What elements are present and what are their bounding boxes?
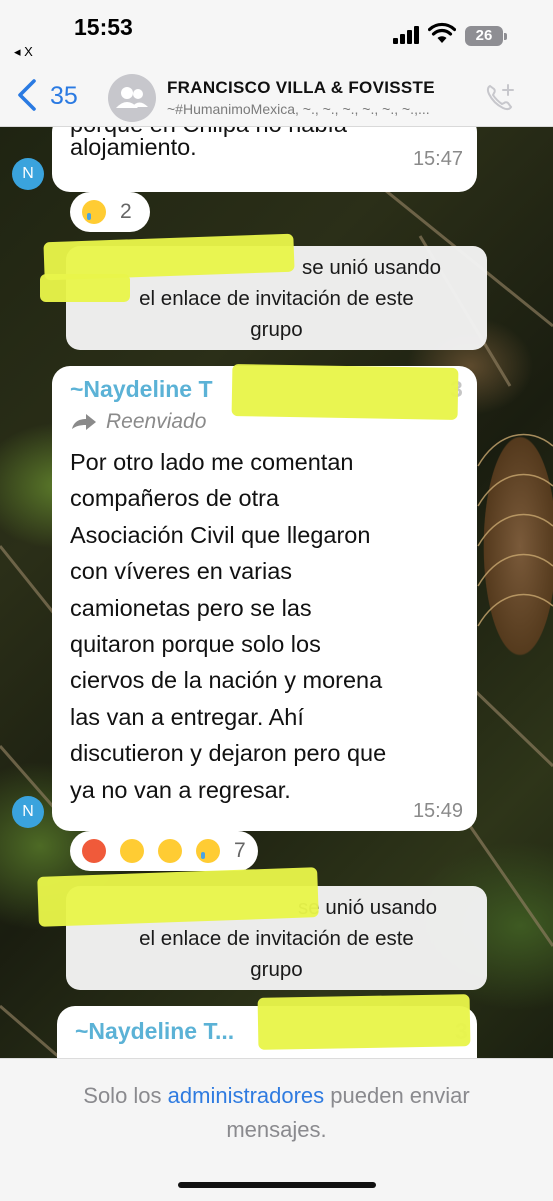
forwarded-label: Reenviado — [70, 410, 206, 434]
chat-area[interactable]: porque en Chilpa no había alojamiento. 1… — [0, 126, 553, 1058]
system-message-line: se unió usando — [302, 256, 442, 279]
system-message-line: se unió usando — [298, 896, 438, 919]
system-message-line: grupo — [250, 958, 303, 981]
top-bar: 15:53 ◂ X 26 35 FRANCISCO VILLA & FOVISS… — [0, 0, 553, 127]
redaction-highlight — [37, 867, 319, 927]
crying-emoji-icon — [82, 200, 106, 224]
redaction-highlight — [40, 274, 130, 302]
redaction-highlight — [257, 994, 471, 1050]
system-message-line: grupo — [250, 318, 303, 341]
raised-eyebrow-emoji-icon — [120, 839, 144, 863]
message-line: compañeros de otra — [70, 485, 280, 512]
sender-name[interactable]: ~Naydeline T — [70, 376, 213, 403]
crying-emoji-icon — [196, 839, 220, 863]
message-reactions[interactable]: 2 — [70, 192, 150, 232]
administrators-link[interactable]: administradores — [168, 1083, 325, 1108]
reaction-count: 7 — [234, 839, 246, 862]
message-reactions[interactable]: 7 — [70, 831, 258, 871]
sender-avatar[interactable]: N — [12, 158, 44, 190]
surprised-face-emoji-icon — [158, 839, 182, 863]
back-to-app-link[interactable]: ◂ X — [14, 44, 33, 60]
message-line: ya no van a regresar. — [70, 776, 291, 803]
message-line: camionetas pero se las — [70, 594, 312, 621]
message-line: ciervos de la nación y morena — [70, 667, 383, 694]
message-line: las van a entregar. Ahí — [70, 703, 304, 730]
group-people-icon — [116, 87, 148, 108]
message-text: alojamiento. — [70, 134, 197, 160]
redaction-highlight — [231, 364, 459, 420]
unread-count[interactable]: 35 — [50, 82, 78, 111]
battery-indicator: 26 — [465, 26, 507, 46]
forward-arrow-icon — [72, 414, 96, 430]
reaction-count: 2 — [120, 200, 132, 223]
admin-only-footer: Solo los administradores pueden enviar m… — [0, 1058, 553, 1201]
message-line: con víveres en varias — [70, 558, 293, 585]
message-line: Por otro lado me comentan — [70, 449, 354, 475]
group-avatar[interactable] — [108, 74, 156, 122]
message-line: discutieron y dejaron pero que — [70, 740, 387, 767]
message-bubble[interactable]: ~Naydeline T 3 Reenviado Por otro lado m… — [52, 366, 477, 831]
cellular-signal-icon — [393, 26, 421, 44]
status-time: 15:53 — [74, 14, 133, 40]
message-bubble[interactable]: porque en Chilpa no había alojamiento. 1… — [52, 126, 477, 192]
message-time: 15:49 — [412, 800, 463, 822]
admin-only-notice: Solo los administradores pueden enviar m… — [0, 1079, 553, 1147]
notice-text: mensajes. — [226, 1117, 327, 1142]
message-line: Asociación Civil que llegaron — [70, 521, 371, 548]
home-indicator[interactable] — [178, 1182, 376, 1188]
group-members[interactable]: ~#HumanimoMexica, ~., ~., ~., ~., ~., ~.… — [167, 101, 472, 117]
notice-text: pueden enviar — [324, 1083, 470, 1108]
message-time: 15:47 — [412, 148, 463, 170]
notice-text: Solo los — [83, 1083, 168, 1108]
sender-avatar[interactable]: N — [12, 796, 44, 828]
group-name[interactable]: FRANCISCO VILLA & FOVISSTE — [167, 78, 435, 98]
message-line: quitaron porque solo los — [70, 631, 321, 658]
add-call-icon[interactable] — [484, 82, 516, 112]
angry-face-emoji-icon — [82, 839, 106, 863]
sender-name[interactable]: ~Naydeline T... — [75, 1018, 234, 1045]
wifi-icon — [428, 22, 456, 43]
system-message-line: el enlace de invitación de este — [139, 927, 414, 950]
back-chevron-icon[interactable] — [14, 78, 42, 112]
